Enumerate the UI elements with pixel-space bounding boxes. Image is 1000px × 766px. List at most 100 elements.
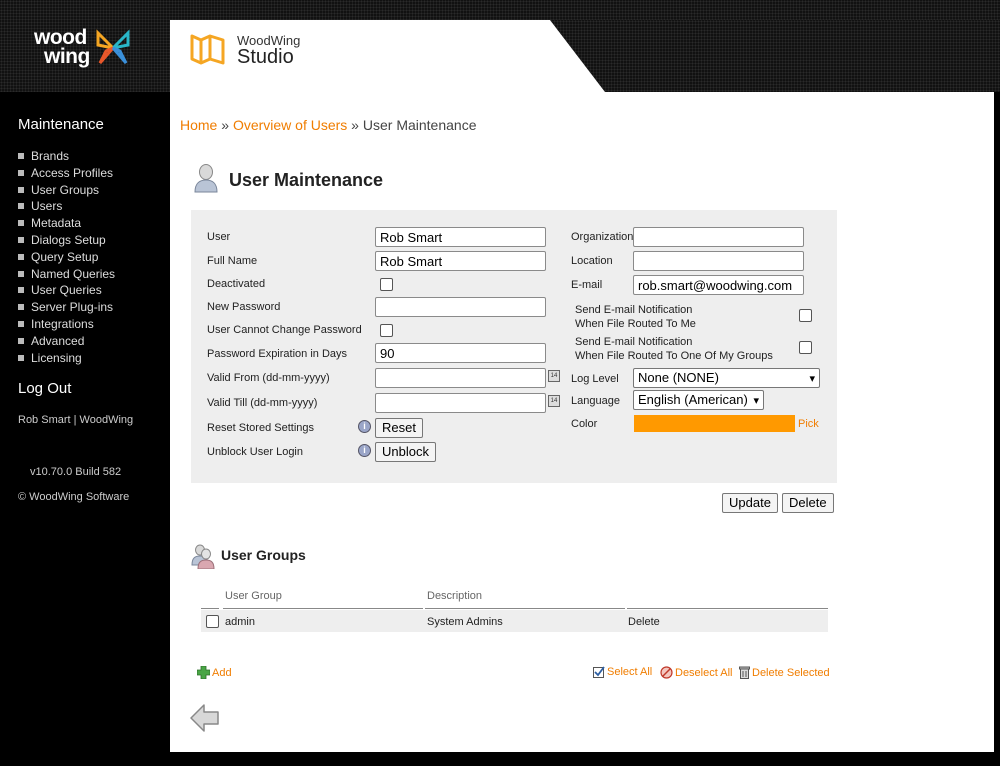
header-rule [201,608,219,609]
sidebar-item-dialogs-setup[interactable]: Dialogs Setup [18,232,115,249]
delete-selected-link[interactable]: Delete Selected [739,666,830,679]
bullet-icon [18,253,24,260]
notify-groups-checkbox[interactable] [799,341,812,354]
bullet-icon [18,203,24,210]
logout-link[interactable]: Log Out [18,380,71,397]
sidebar-title: Maintenance [18,116,104,133]
reset-stored-settings-label: Reset Stored Settings [207,422,315,434]
bullet-icon [18,337,24,344]
breadcrumb-overview-users[interactable]: Overview of Users [233,117,347,133]
user-groups-title: User Groups [221,547,306,563]
group-description: System Admins [427,616,503,628]
bullet-icon [18,220,24,227]
calendar-icon[interactable]: 14 [548,370,560,382]
deactivated-checkbox[interactable] [380,278,393,291]
log-level-label: Log Level [571,373,619,385]
group-name-link[interactable]: admin [225,616,255,628]
password-expiration-input[interactable] [375,343,546,363]
sidebar-item-user-queries[interactable]: User Queries [18,282,115,299]
cannot-change-password-checkbox[interactable] [380,324,393,337]
sidebar-item-advanced[interactable]: Advanced [18,333,115,350]
bullet-icon [18,304,24,311]
info-icon[interactable]: i [358,420,371,433]
update-button[interactable]: Update [722,493,778,513]
header-rule [627,608,828,609]
email-input[interactable] [633,275,804,295]
header-rule [223,608,423,609]
studio-logo-icon [190,34,225,65]
color-swatch[interactable] [634,415,795,432]
breadcrumb: Home » Overview of Users » User Maintena… [180,117,477,133]
deselect-icon [660,666,673,679]
notify-groups-label: Send E-mail Notification When File Route… [575,336,773,362]
cannot-change-password-label: User Cannot Change Password [207,324,362,336]
current-user-label: Rob Smart | WoodWing [18,414,134,426]
password-expiration-label: Password Expiration in Days [207,348,348,360]
bullet-icon [18,186,24,193]
row-select-checkbox[interactable] [206,615,219,628]
trash-icon [739,666,750,679]
header-notch [550,20,1000,92]
email-label: E-mail [571,279,603,291]
bullet-icon [18,354,24,361]
add-icon [197,666,210,679]
language-label: Language [571,395,620,407]
copyright-label: © WoodWing Software [18,491,130,503]
info-icon[interactable]: i [358,444,371,457]
sidebar-item-licensing[interactable]: Licensing [18,350,115,367]
reset-button[interactable]: Reset [375,418,423,438]
notify-me-label: Send E-mail Notification When File Route… [575,304,696,330]
sidebar: Maintenance Brands Access Profiles User … [0,92,170,766]
chevron-down-icon: ▾ [753,395,759,407]
sidebar-nav: Brands Access Profiles User Groups Users… [18,148,115,366]
notify-me-checkbox[interactable] [799,309,812,322]
new-password-input[interactable] [375,297,546,317]
sidebar-item-user-groups[interactable]: User Groups [18,182,115,199]
pick-color-link[interactable]: Pick [798,418,819,430]
bullet-icon [18,236,24,243]
sidebar-item-metadata[interactable]: Metadata [18,215,115,232]
sidebar-item-query-setup[interactable]: Query Setup [18,249,115,266]
valid-till-label: Valid Till (dd-mm-yyyy) [207,397,318,409]
location-input[interactable] [633,251,804,271]
header-rule [425,608,625,609]
table-row: admin System Admins Delete [201,610,828,632]
chevron-down-icon: ▾ [809,373,815,385]
fullname-label: Full Name [207,255,258,267]
studio-brand-large: Studio [237,46,294,68]
page-title: User Maintenance [229,170,384,190]
fullname-input[interactable] [375,251,546,271]
bullet-icon [18,270,24,277]
delete-button[interactable]: Delete [782,493,834,513]
row-delete-link[interactable]: Delete [628,616,660,628]
add-group-link[interactable]: Add [197,666,232,679]
sidebar-item-users[interactable]: Users [18,198,115,215]
sidebar-item-brands[interactable]: Brands [18,148,115,165]
back-arrow-icon[interactable] [190,703,220,733]
logo-text-line2: wing [44,45,90,68]
unblock-button[interactable]: Unblock [375,442,436,462]
deselect-all-link[interactable]: Deselect All [660,666,732,679]
sidebar-item-access-profiles[interactable]: Access Profiles [18,165,115,182]
language-select[interactable]: English (American) ▾ [633,390,764,410]
color-label: Color [571,418,598,430]
sidebar-item-integrations[interactable]: Integrations [18,316,115,333]
location-label: Location [571,255,613,267]
valid-till-input[interactable] [375,393,546,413]
bullet-icon [18,153,24,159]
valid-from-input[interactable] [375,368,546,388]
breadcrumb-home[interactable]: Home [180,117,217,133]
sidebar-item-named-queries[interactable]: Named Queries [18,266,115,283]
calendar-icon[interactable]: 14 [548,395,560,407]
user-icon [194,164,218,193]
butterfly-icon [96,29,130,64]
select-all-link[interactable]: Select All [593,666,652,678]
valid-from-label: Valid From (dd-mm-yyyy) [207,372,330,384]
column-header-description: Description [427,590,483,602]
user-input[interactable] [375,227,546,247]
organization-input[interactable] [633,227,804,247]
sidebar-item-server-plugins[interactable]: Server Plug-ins [18,299,115,316]
breadcrumb-current: User Maintenance [362,117,477,133]
log-level-select[interactable]: None (NONE) ▾ [633,368,820,388]
bullet-icon [18,320,24,327]
